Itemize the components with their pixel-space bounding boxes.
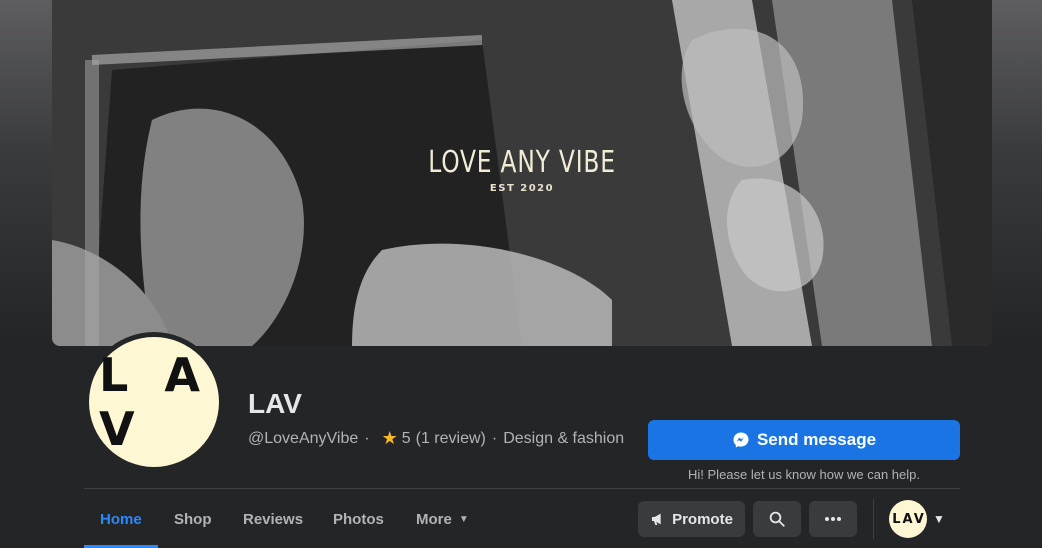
tab-label: Home (100, 510, 142, 528)
messenger-icon (732, 431, 750, 449)
send-message-label: Send message (756, 430, 877, 449)
tab-label: Reviews (243, 510, 304, 528)
header-divider (84, 488, 960, 489)
promote-button[interactable]: Promote (638, 501, 745, 537)
action-separator (873, 499, 874, 539)
tab-home[interactable]: Home (84, 498, 158, 540)
rating-value[interactable]: 5 (402, 430, 411, 448)
tab-reviews[interactable]: Reviews (227, 498, 319, 540)
more-options-button[interactable] (809, 501, 857, 537)
caret-down-icon[interactable]: ▼ (933, 512, 945, 526)
page-title: LAV (248, 388, 302, 419)
review-count[interactable]: (1 review) (416, 430, 486, 448)
tab-label: Shop (174, 510, 212, 528)
tab-label: Photos (333, 510, 384, 528)
separator-dot: · (491, 429, 498, 447)
profile-avatar[interactable]: L A V (89, 337, 219, 467)
cover-title: LOVE ANY VIBE (428, 145, 616, 180)
tab-label: More (416, 510, 452, 528)
ellipsis-icon (824, 516, 842, 522)
caret-down-icon: ▼ (458, 513, 469, 525)
separator-dot: · (364, 429, 370, 447)
page-meta: @LoveAnyVibe · ★ 5 (1 review) · Design &… (248, 428, 624, 449)
search-icon (768, 510, 786, 528)
tab-photos[interactable]: Photos (317, 498, 400, 540)
tab-more[interactable]: More ▼ (400, 498, 485, 540)
star-icon: ★ (381, 428, 398, 448)
page-switcher-avatar[interactable]: LAV (889, 500, 927, 538)
promote-label: Promote (672, 510, 733, 528)
megaphone-icon (650, 511, 666, 527)
tab-shop[interactable]: Shop (158, 498, 228, 540)
send-message-button[interactable]: Send message (648, 420, 960, 460)
search-button[interactable] (753, 501, 801, 537)
send-message-hint: Hi! Please let us know how we can help. (688, 467, 920, 482)
cover-subtitle: EST 2020 (489, 183, 555, 194)
page-category: Design & fashion (503, 429, 625, 447)
page-handle: @LoveAnyVibe (248, 429, 359, 447)
cover-photo[interactable]: LOVE ANY VIBE EST 2020 (52, 0, 992, 346)
